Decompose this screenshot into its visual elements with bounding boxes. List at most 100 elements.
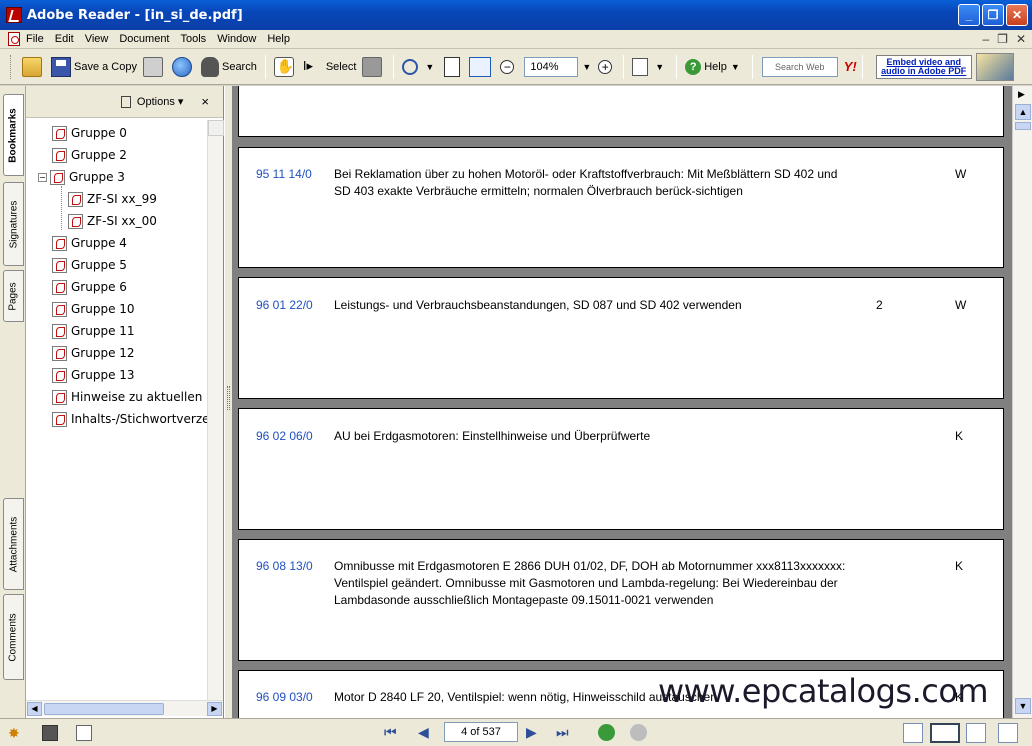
row-code: K	[955, 429, 964, 443]
bookmark-item[interactable]: Hinweise zu aktuellen 1	[52, 387, 207, 407]
bookmark-item[interactable]: Gruppe 2	[52, 145, 127, 165]
hand-icon	[273, 56, 294, 77]
zoom-in-button[interactable]: +	[595, 54, 618, 80]
print-button[interactable]	[140, 54, 169, 80]
menu-document[interactable]: Document	[119, 33, 169, 45]
minimize-button[interactable]: _	[958, 4, 980, 26]
toolbar-grip[interactable]	[10, 54, 13, 79]
fit-page-button[interactable]	[441, 54, 466, 80]
menu-tools[interactable]: Tools	[181, 33, 207, 45]
row-code: K	[955, 559, 964, 573]
bookmark-item[interactable]: Gruppe 12	[52, 343, 135, 363]
continuous-view-button[interactable]	[930, 723, 960, 743]
first-page-button[interactable]: ⏮	[384, 724, 397, 741]
embed-video-link[interactable]: Embed video and audio in Adobe PDF	[875, 54, 972, 79]
next-page-button[interactable]: ▶	[526, 724, 537, 741]
bookmark-item[interactable]: Gruppe 11	[52, 321, 135, 341]
bookmark-item[interactable]: Inhalts-/Stichwortverzei	[52, 409, 207, 429]
page-options-button[interactable]: ▼	[629, 54, 671, 80]
zoom-out-button[interactable]: −	[497, 54, 520, 80]
scroll-menu-arrow-icon[interactable]: ▶	[1018, 89, 1025, 100]
scroll-up-button[interactable]	[208, 120, 224, 136]
previous-view-button[interactable]	[598, 724, 615, 741]
search-web-input[interactable]: Search Web	[761, 56, 838, 77]
document-icon[interactable]	[8, 32, 20, 46]
tab-comments[interactable]: Comments	[3, 594, 24, 680]
zoom-dropdown-icon[interactable]: ▼	[582, 62, 591, 72]
camera-icon	[362, 56, 383, 77]
scroll-down-button[interactable]: ▼	[1015, 698, 1031, 714]
panel-splitter[interactable]	[224, 86, 232, 718]
doc-close-button[interactable]: ✕	[1016, 32, 1026, 46]
pdf-bookmark-icon	[50, 169, 65, 185]
scroll-thumb[interactable]	[1015, 122, 1031, 130]
hand-tool-button[interactable]	[271, 54, 300, 80]
bookmark-item[interactable]: ZF-SI xx_99	[68, 189, 157, 209]
save-copy-button[interactable]: Save a Copy	[48, 54, 140, 80]
menu-window[interactable]: Window	[217, 33, 256, 45]
embed-promo-image[interactable]	[975, 52, 1014, 81]
zoom-in-tool-button[interactable]: ▼	[399, 54, 441, 80]
email-button[interactable]	[169, 54, 198, 80]
continuous-facing-view-button[interactable]	[998, 723, 1018, 743]
bookmark-item[interactable]: Gruppe 13	[52, 365, 135, 385]
zoom-level-input[interactable]: 104%	[524, 56, 579, 77]
text-cursor-icon	[303, 57, 315, 77]
bookmark-item[interactable]: − Gruppe 3	[38, 167, 125, 187]
toolbar-separator	[861, 54, 863, 79]
bookmark-item[interactable]: Gruppe 10	[52, 299, 135, 319]
last-page-button[interactable]: ⏭	[556, 724, 569, 741]
select-tool-button[interactable]: Select	[300, 54, 360, 80]
bookmarks-vertical-scrollbar[interactable]	[207, 120, 224, 700]
splitter-grip[interactable]	[227, 386, 230, 410]
bookmark-item[interactable]: ZF-SI xx_00	[68, 211, 157, 231]
bookmark-item[interactable]: Gruppe 4	[52, 233, 127, 253]
bookmark-item[interactable]: Gruppe 0	[52, 123, 127, 143]
toolbar-separator	[264, 54, 266, 79]
menu-help[interactable]: Help	[267, 33, 290, 45]
page-icon[interactable]	[76, 725, 92, 741]
tab-attachments[interactable]: Attachments	[3, 498, 24, 590]
close-panel-button[interactable]: ×	[201, 94, 209, 109]
scroll-right-button[interactable]: ▶	[207, 702, 222, 716]
facing-view-button[interactable]	[966, 723, 986, 743]
pdf-bookmark-icon	[52, 147, 67, 163]
scroll-left-button[interactable]: ◀	[27, 702, 42, 716]
yahoo-logo[interactable]: Y!	[844, 59, 857, 74]
single-page-view-button[interactable]	[903, 723, 923, 743]
search-button[interactable]: Search	[198, 54, 260, 80]
doc-minimize-button[interactable]: –	[982, 32, 989, 46]
scroll-up-button[interactable]: ▲	[1015, 104, 1031, 120]
collapse-icon[interactable]: −	[38, 172, 47, 182]
next-view-button[interactable]	[630, 724, 647, 741]
previous-page-button[interactable]: ◀	[418, 724, 429, 741]
maximize-button[interactable]: ❐	[982, 4, 1004, 26]
open-button[interactable]	[19, 54, 48, 80]
pdf-bookmark-icon	[52, 345, 67, 361]
tab-signatures[interactable]: Signatures	[3, 182, 24, 266]
close-window-button[interactable]: ✕	[1006, 4, 1028, 26]
help-button[interactable]: ? Help ▼	[682, 54, 747, 80]
menu-view[interactable]: View	[85, 33, 109, 45]
sun-icon[interactable]: ✸	[8, 725, 24, 741]
bookmark-item[interactable]: Gruppe 5	[52, 255, 127, 275]
options-menu-button[interactable]: Options ▾	[137, 95, 184, 108]
scroll-thumb[interactable]	[44, 703, 164, 715]
bookmark-item[interactable]: Gruppe 6	[52, 277, 127, 297]
tab-pages[interactable]: Pages	[3, 270, 24, 322]
bookmarks-horizontal-scrollbar[interactable]: ◀ ▶	[26, 700, 223, 716]
tab-bookmarks[interactable]: Bookmarks	[3, 94, 24, 176]
fit-width-icon	[469, 56, 492, 77]
fit-width-button[interactable]	[466, 54, 497, 80]
save-disk-icon	[51, 56, 71, 77]
document-vertical-scrollbar[interactable]: ▶ ▲ ▼	[1012, 86, 1032, 718]
menu-file[interactable]: File	[26, 33, 44, 45]
page-number-input[interactable]: 4 of 537	[444, 722, 518, 742]
window-title-bar[interactable]: Adobe Reader - [in_si_de.pdf] _ ❐ ✕	[0, 0, 1032, 30]
monitor-icon[interactable]	[42, 725, 58, 741]
doc-restore-button[interactable]: ❐	[997, 32, 1008, 46]
menu-edit[interactable]: Edit	[55, 33, 74, 45]
snapshot-button[interactable]	[359, 54, 388, 80]
document-view[interactable]: 95 11 14/0 Bei Reklamation über zu hohen…	[232, 86, 1012, 718]
row-description: Leistungs- und Verbrauchsbeanstandungen,…	[334, 298, 742, 312]
